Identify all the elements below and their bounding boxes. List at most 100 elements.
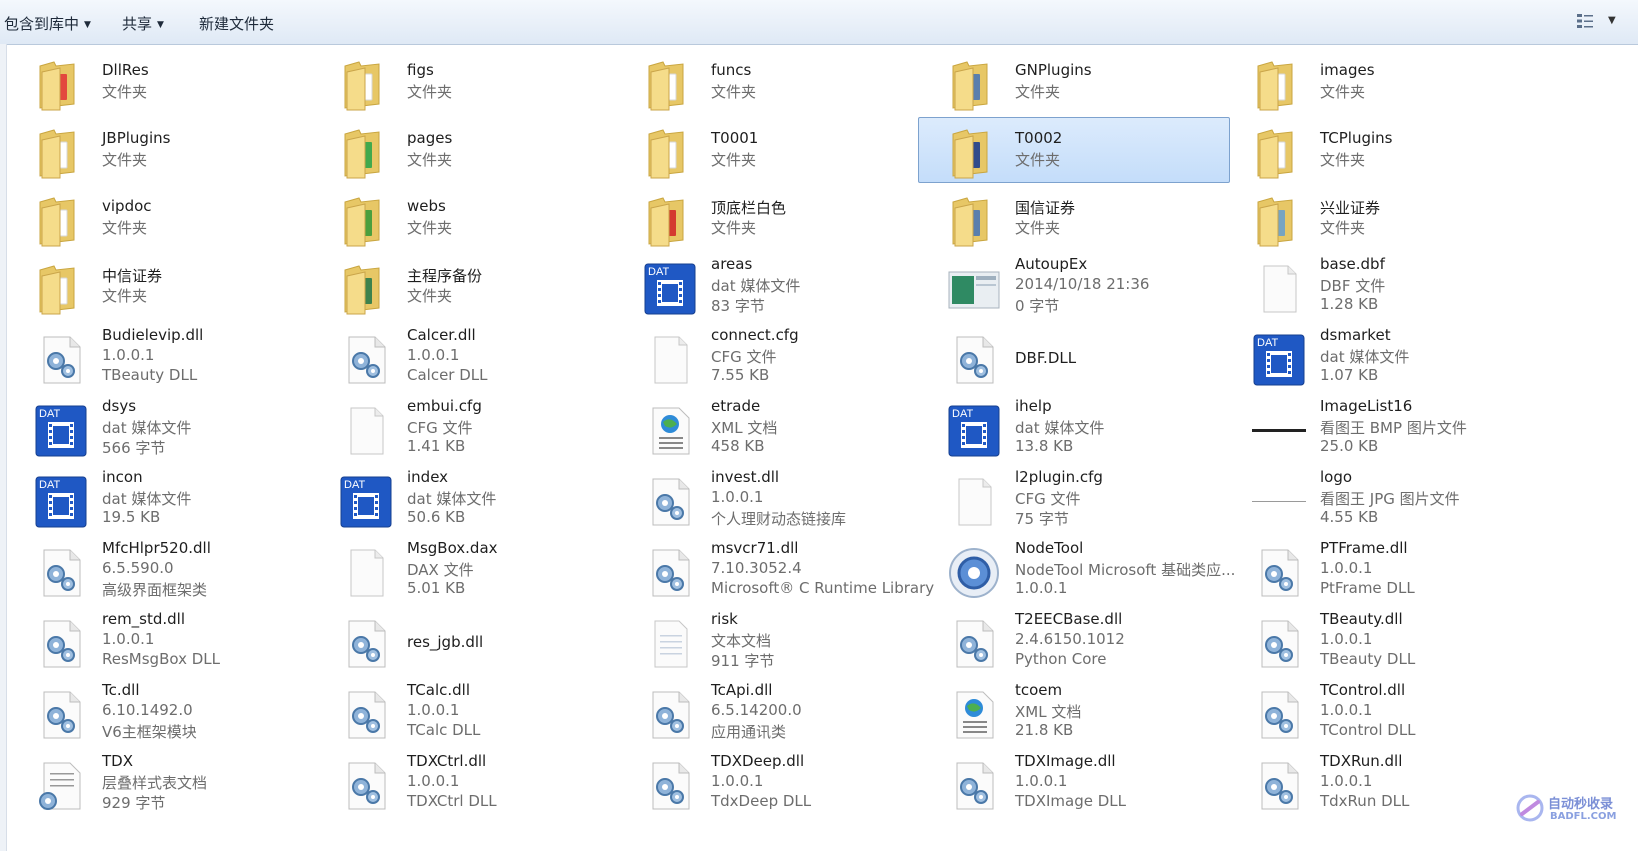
file-item[interactable]: TDXCtrl.dll 1.0.0.1 TDXCtrl DLL: [310, 750, 622, 816]
file-item[interactable]: DAT incon dat 媒体文件 19.5 KB: [5, 466, 317, 532]
file-item[interactable]: rem_std.dll 1.0.0.1 ResMsgBox DLL: [5, 608, 317, 674]
bmp-thumbnail-icon: [1252, 404, 1306, 458]
file-item[interactable]: TDXImage.dll 1.0.0.1 TDXImage DLL: [918, 750, 1230, 816]
dll-file-icon: [947, 759, 1001, 813]
file-name: TDX: [102, 752, 133, 770]
dll-file-icon: [34, 688, 88, 742]
file-item[interactable]: AutoupEx 2014/10/18 21:36 0 字节: [918, 253, 1230, 319]
file-name: embui.cfg: [407, 397, 482, 415]
file-detail-line: 1.07 KB: [1320, 366, 1379, 384]
view-options-icon: [1577, 14, 1593, 28]
file-item[interactable]: 主程序备份 文件夹: [310, 253, 622, 319]
file-name: PTFrame.dll: [1320, 539, 1408, 557]
file-name: rem_std.dll: [102, 610, 186, 628]
folder-icon: [34, 58, 88, 112]
file-item[interactable]: DAT ihelp dat 媒体文件 13.8 KB: [918, 395, 1230, 461]
file-item[interactable]: vipdoc 文件夹: [5, 185, 317, 251]
file-item[interactable]: 兴业证券 文件夹: [1223, 185, 1535, 251]
include-in-library-button[interactable]: 包含到库中 ▼: [4, 13, 91, 34]
file-item[interactable]: DAT areas dat 媒体文件 83 字节: [614, 253, 926, 319]
file-item[interactable]: TCalc.dll 1.0.0.1 TCalc DLL: [310, 679, 622, 745]
file-item[interactable]: TcApi.dll 6.5.14200.0 应用通讯类: [614, 679, 926, 745]
file-item[interactable]: invest.dll 1.0.0.1 个人理财动态链接库: [614, 466, 926, 532]
file-detail-line: dat 媒体文件: [711, 277, 801, 295]
file-item[interactable]: TDXRun.dll 1.0.0.1 TdxRun DLL: [1223, 750, 1535, 816]
file-item[interactable]: Tc.dll 6.10.1492.0 V6主框架模块: [5, 679, 317, 745]
file-item[interactable]: DAT index dat 媒体文件 50.6 KB: [310, 466, 622, 532]
file-item[interactable]: TControl.dll 1.0.0.1 TControl DLL: [1223, 679, 1535, 745]
file-item[interactable]: tcoem XML 文档 21.8 KB: [918, 679, 1230, 745]
file-item[interactable]: logo 看图王 JPG 图片文件 4.55 KB: [1223, 466, 1535, 532]
file-item[interactable]: Budielevip.dll 1.0.0.1 TBeauty DLL: [5, 324, 317, 390]
file-item[interactable]: ImageList16 看图王 BMP 图片文件 25.0 KB: [1223, 395, 1535, 461]
file-item[interactable]: MfcHlpr520.dll 6.5.590.0 高级界面框架类: [5, 537, 317, 603]
file-item[interactable]: DBF.DLL: [918, 324, 1230, 390]
file-item[interactable]: TDXDeep.dll 1.0.0.1 TdxDeep DLL: [614, 750, 926, 816]
file-item[interactable]: 顶底栏白色 文件夹: [614, 185, 926, 251]
dll-file-icon: [1252, 759, 1306, 813]
file-detail-line: 1.0.0.1: [1015, 579, 1068, 597]
file-item[interactable]: MsgBox.dax DAX 文件 5.01 KB: [310, 537, 622, 603]
file-detail-line: 1.0.0.1: [711, 772, 764, 790]
file-detail-line: TdxRun DLL: [1320, 792, 1410, 810]
file-detail-line: 文件夹: [407, 151, 453, 169]
file-item[interactable]: l2plugin.cfg CFG 文件 75 字节: [918, 466, 1230, 532]
file-item[interactable]: TDX 层叠样式表文档 929 字节: [5, 750, 317, 816]
folder-icon: [339, 194, 393, 248]
include-in-library-label: 包含到库中: [4, 15, 80, 33]
file-item[interactable]: pages 文件夹: [310, 117, 622, 183]
file-item[interactable]: GNPlugins 文件夹: [918, 49, 1230, 115]
file-item[interactable]: PTFrame.dll 1.0.0.1 PtFrame DLL: [1223, 537, 1535, 603]
file-detail-line: TBeauty DLL: [1320, 650, 1416, 668]
file-detail-line: ResMsgBox DLL: [102, 650, 220, 668]
file-item[interactable]: figs 文件夹: [310, 49, 622, 115]
new-folder-label: 新建文件夹: [199, 15, 275, 33]
file-item[interactable]: DllRes 文件夹: [5, 49, 317, 115]
file-detail-line: 文本文档: [711, 632, 772, 650]
file-detail-line: XML 文档: [711, 419, 778, 437]
file-item[interactable]: JBPlugins 文件夹: [5, 117, 317, 183]
file-item[interactable]: 国信证券 文件夹: [918, 185, 1230, 251]
file-item[interactable]: base.dbf DBF 文件 1.28 KB: [1223, 253, 1535, 319]
file-name: MsgBox.dax: [407, 539, 498, 557]
dll-file-icon: [643, 475, 697, 529]
file-detail-line: 2.4.6150.1012: [1015, 630, 1125, 648]
file-detail-line: 6.5.590.0: [102, 559, 174, 577]
file-item[interactable]: connect.cfg CFG 文件 7.55 KB: [614, 324, 926, 390]
file-item[interactable]: embui.cfg CFG 文件 1.41 KB: [310, 395, 622, 461]
file-item[interactable]: risk 文本文档 911 字节: [614, 608, 926, 674]
file-item[interactable]: funcs 文件夹: [614, 49, 926, 115]
file-item[interactable]: Calcer.dll 1.0.0.1 Calcer DLL: [310, 324, 622, 390]
change-view-button[interactable]: ▼: [1572, 11, 1624, 33]
file-name: logo: [1320, 468, 1353, 486]
file-item[interactable]: DAT dsmarket dat 媒体文件 1.07 KB: [1223, 324, 1535, 390]
file-item[interactable]: res_jgb.dll: [310, 608, 622, 674]
file-item[interactable]: TCPlugins 文件夹: [1223, 117, 1535, 183]
file-item[interactable]: DAT dsys dat 媒体文件 566 字节: [5, 395, 317, 461]
file-detail-line: TDXImage DLL: [1015, 792, 1126, 810]
file-detail-line: dat 媒体文件: [407, 490, 497, 508]
file-detail-line: PtFrame DLL: [1320, 579, 1415, 597]
file-name: base.dbf: [1320, 255, 1385, 273]
xml-document-icon: [643, 404, 697, 458]
file-name: areas: [711, 255, 753, 273]
file-name: DllRes: [102, 61, 149, 79]
file-item[interactable]: msvcr71.dll 7.10.3052.4 Microsoft® C Runti…: [614, 537, 934, 603]
file-item[interactable]: etrade XML 文档 458 KB: [614, 395, 926, 461]
file-item[interactable]: webs 文件夹: [310, 185, 622, 251]
file-detail-line: 文件夹: [1320, 151, 1366, 169]
file-detail-line: 21.8 KB: [1015, 721, 1074, 739]
file-item[interactable]: T2EECBase.dll 2.4.6150.1012 Python Core: [918, 608, 1230, 674]
file-item[interactable]: T0002 文件夹: [918, 117, 1230, 183]
dat-media-file-icon: DAT: [643, 262, 697, 316]
share-button[interactable]: 共享 ▼: [122, 13, 164, 34]
file-item[interactable]: T0001 文件夹: [614, 117, 926, 183]
file-name: 中信证券: [102, 267, 163, 285]
file-item[interactable]: TBeauty.dll 1.0.0.1 TBeauty DLL: [1223, 608, 1535, 674]
file-item[interactable]: 中信证券 文件夹: [5, 253, 317, 319]
file-name: TBeauty.dll: [1320, 610, 1403, 628]
file-item[interactable]: images 文件夹: [1223, 49, 1535, 115]
file-detail-line: 文件夹: [102, 287, 148, 305]
file-item[interactable]: NodeTool NodeTool Microsoft 基础类应... 1.0.0.…: [918, 537, 1235, 603]
new-folder-button[interactable]: 新建文件夹: [199, 13, 274, 34]
